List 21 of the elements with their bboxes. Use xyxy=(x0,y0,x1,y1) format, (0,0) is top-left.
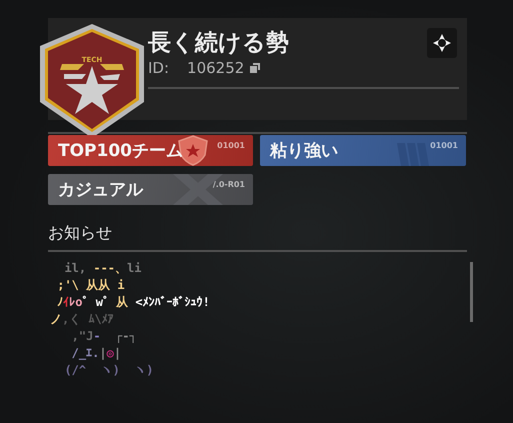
tag-code: /.0-R01 xyxy=(212,180,245,189)
ascii-art-line: /_ｴ.|◎| xyxy=(70,345,122,362)
target-button[interactable] xyxy=(427,28,457,58)
scrollbar[interactable] xyxy=(470,262,473,322)
ascii-art-line: ,"J‐ ┌‐┐ xyxy=(70,328,137,345)
id-value: 106252 xyxy=(187,59,244,77)
tag-code: 01001 xyxy=(217,141,245,150)
ascii-art-line: ;'\ 从从 i xyxy=(56,277,125,294)
target-icon xyxy=(432,33,452,53)
ascii-art-line: ﾉｲﾚoﾟ wﾟ 从 <ﾒﾝﾊﾞｰﾎﾞｼｭｳ! xyxy=(56,294,210,311)
notice-title: お知らせ xyxy=(48,223,113,243)
team-name: 長く続ける勢 xyxy=(148,29,289,58)
ascii-art-line: (/^ ヽ) ヽ) xyxy=(63,362,154,379)
id-label: ID: xyxy=(148,59,170,77)
ascii-art-line: il, ‐‐‐、li xyxy=(63,260,142,277)
tag-label: TOP100チーム xyxy=(58,140,183,162)
tag-code: 01001 xyxy=(430,141,458,150)
copy-icon[interactable] xyxy=(250,63,260,73)
tag-label: 粘り強い xyxy=(270,140,338,162)
ascii-art-line: ノ,く ﾑ\ﾒｱ xyxy=(50,311,114,328)
tag-label: カジュアル xyxy=(58,179,143,201)
